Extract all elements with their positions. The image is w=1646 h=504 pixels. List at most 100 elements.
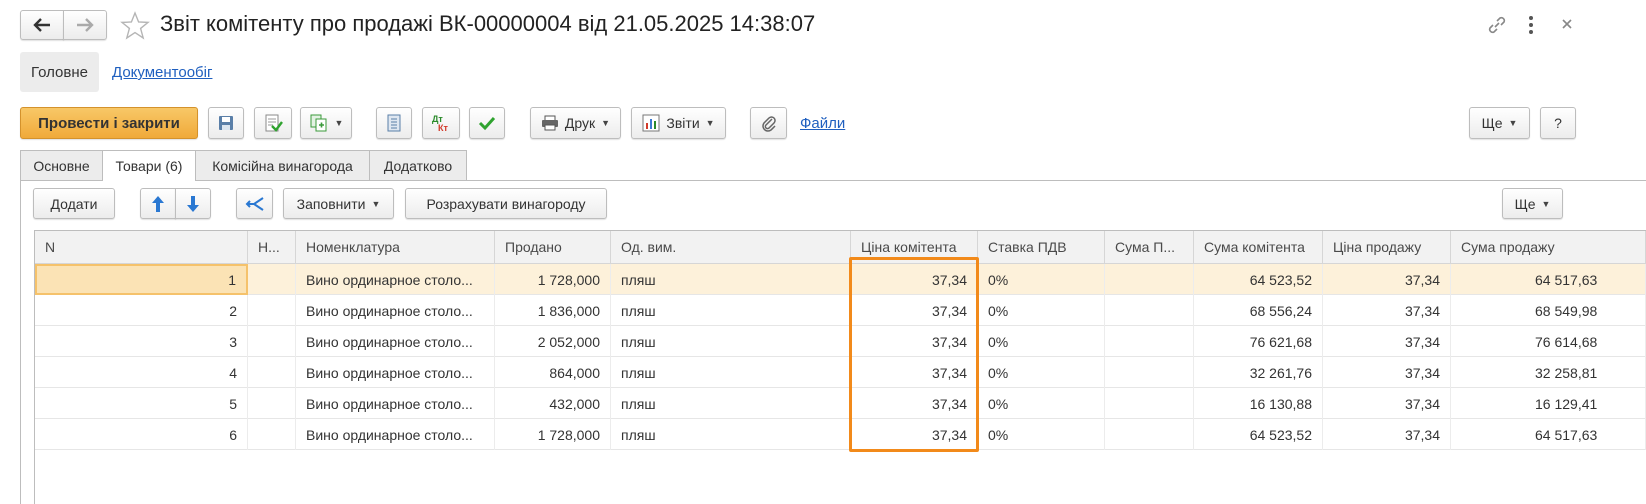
- cell-sold[interactable]: 432,000: [495, 388, 611, 419]
- post-and-close-button[interactable]: Провести і закрити: [20, 107, 198, 139]
- post-button[interactable]: [254, 107, 292, 139]
- fill-button[interactable]: Заповнити ▼: [283, 188, 394, 219]
- attach-button[interactable]: [750, 107, 787, 139]
- cell-consignor-price[interactable]: 37,34: [851, 295, 978, 326]
- tab-goods[interactable]: Товари (6): [102, 150, 196, 181]
- cell-unit[interactable]: пляш: [611, 357, 851, 388]
- move-down-button[interactable]: [175, 188, 211, 219]
- cell-no[interactable]: [248, 357, 296, 388]
- cell-sold[interactable]: 864,000: [495, 357, 611, 388]
- cell-consignor-sum[interactable]: 64 523,52: [1194, 419, 1323, 450]
- cell-vat-rate[interactable]: 0%: [978, 326, 1105, 357]
- merge-button[interactable]: [236, 188, 273, 219]
- table-row[interactable]: 3 Вино ординарное столо... 2 052,000 пля…: [35, 326, 1646, 357]
- cell-vat-sum[interactable]: [1105, 388, 1194, 419]
- cell-consignor-sum[interactable]: 16 130,88: [1194, 388, 1323, 419]
- cell-sale-price[interactable]: 37,34: [1323, 357, 1451, 388]
- cell-sale-price[interactable]: 37,34: [1323, 326, 1451, 357]
- cell-n[interactable]: 1: [35, 264, 248, 295]
- cell-nomenclature[interactable]: Вино ординарное столо...: [296, 264, 495, 295]
- cell-consignor-price[interactable]: 37,34: [851, 326, 978, 357]
- cell-unit[interactable]: пляш: [611, 264, 851, 295]
- col-header-sold[interactable]: Продано: [495, 231, 611, 263]
- cell-sale-sum[interactable]: 64 517,63: [1451, 419, 1646, 450]
- cell-vat-sum[interactable]: [1105, 264, 1194, 295]
- cell-vat-rate[interactable]: 0%: [978, 419, 1105, 450]
- calculate-commission-button[interactable]: Розрахувати винагороду: [405, 188, 607, 219]
- cell-consignor-sum[interactable]: 76 621,68: [1194, 326, 1323, 357]
- col-header-vat-rate[interactable]: Ставка ПДВ: [978, 231, 1105, 263]
- more-vertical-icon[interactable]: [1526, 14, 1536, 36]
- table-row[interactable]: 2 Вино ординарное столо... 1 836,000 пля…: [35, 295, 1646, 326]
- close-icon[interactable]: [1560, 16, 1572, 32]
- col-header-vat-sum[interactable]: Сума П...: [1105, 231, 1194, 263]
- structure-button[interactable]: [376, 107, 412, 139]
- table-row[interactable]: 5 Вино ординарное столо... 432,000 пляш …: [35, 388, 1646, 419]
- cell-vat-rate[interactable]: 0%: [978, 295, 1105, 326]
- cell-vat-rate[interactable]: 0%: [978, 264, 1105, 295]
- cell-no[interactable]: [248, 388, 296, 419]
- cell-sold[interactable]: 1 728,000: [495, 419, 611, 450]
- table-row[interactable]: 1 Вино ординарное столо... 1 728,000 пля…: [35, 264, 1646, 295]
- cell-sale-sum[interactable]: 68 549,98: [1451, 295, 1646, 326]
- cell-sold[interactable]: 1 728,000: [495, 264, 611, 295]
- cell-n[interactable]: 2: [35, 295, 248, 326]
- cell-consignor-sum[interactable]: 64 523,52: [1194, 264, 1323, 295]
- col-header-sale-sum[interactable]: Сума продажу: [1451, 231, 1646, 263]
- cell-vat-sum[interactable]: [1105, 326, 1194, 357]
- col-header-unit[interactable]: Од. вим.: [611, 231, 851, 263]
- col-header-nomenclature[interactable]: Номенклатура: [296, 231, 495, 263]
- print-button[interactable]: Друк ▼: [530, 107, 621, 139]
- cell-sale-sum[interactable]: 32 258,81: [1451, 357, 1646, 388]
- create-based-on-button[interactable]: ▼: [300, 107, 352, 139]
- tab-commission[interactable]: Комісійна винагорода: [195, 150, 370, 180]
- cell-unit[interactable]: пляш: [611, 326, 851, 357]
- cell-consignor-price[interactable]: 37,34: [851, 264, 978, 295]
- cell-sale-price[interactable]: 37,34: [1323, 295, 1451, 326]
- cell-nomenclature[interactable]: Вино ординарное столо...: [296, 295, 495, 326]
- table-more-button[interactable]: Ще ▼: [1502, 188, 1563, 219]
- nav-main[interactable]: Головне: [20, 52, 99, 92]
- tab-main[interactable]: Основне: [20, 150, 103, 180]
- cell-no[interactable]: [248, 264, 296, 295]
- cell-nomenclature[interactable]: Вино ординарное столо...: [296, 357, 495, 388]
- help-button[interactable]: ?: [1540, 107, 1576, 139]
- cell-vat-sum[interactable]: [1105, 419, 1194, 450]
- cell-n[interactable]: 3: [35, 326, 248, 357]
- cell-unit[interactable]: пляш: [611, 419, 851, 450]
- cell-consignor-sum[interactable]: 68 556,24: [1194, 295, 1323, 326]
- cell-sale-sum[interactable]: 76 614,68: [1451, 326, 1646, 357]
- cell-n[interactable]: 4: [35, 357, 248, 388]
- cell-consignor-price[interactable]: 37,34: [851, 357, 978, 388]
- col-header-sale-price[interactable]: Ціна продажу: [1323, 231, 1451, 263]
- back-button[interactable]: [20, 10, 64, 40]
- forward-button[interactable]: [63, 10, 107, 40]
- link-icon[interactable]: [1486, 14, 1508, 36]
- cell-nomenclature[interactable]: Вино ординарное столо...: [296, 326, 495, 357]
- cell-consignor-price[interactable]: 37,34: [851, 388, 978, 419]
- cell-vat-sum[interactable]: [1105, 295, 1194, 326]
- save-button[interactable]: [208, 107, 244, 139]
- table-row[interactable]: 4 Вино ординарное столо... 864,000 пляш …: [35, 357, 1646, 388]
- cell-nomenclature[interactable]: Вино ординарное столо...: [296, 419, 495, 450]
- cell-vat-sum[interactable]: [1105, 357, 1194, 388]
- cell-consignor-sum[interactable]: 32 261,76: [1194, 357, 1323, 388]
- cell-n[interactable]: 6: [35, 419, 248, 450]
- col-header-consignor-sum[interactable]: Сума комітента: [1194, 231, 1323, 263]
- cell-nomenclature[interactable]: Вино ординарное столо...: [296, 388, 495, 419]
- cell-no[interactable]: [248, 419, 296, 450]
- add-row-button[interactable]: Додати: [33, 188, 115, 219]
- cell-sale-price[interactable]: 37,34: [1323, 388, 1451, 419]
- cell-sale-sum[interactable]: 16 129,41: [1451, 388, 1646, 419]
- favorite-star-icon[interactable]: [120, 11, 150, 41]
- dt-kt-button[interactable]: Дт Кт: [422, 107, 460, 139]
- col-header-no[interactable]: Н...: [248, 231, 296, 263]
- cell-unit[interactable]: пляш: [611, 295, 851, 326]
- cell-no[interactable]: [248, 326, 296, 357]
- more-button[interactable]: Ще ▼: [1469, 107, 1530, 139]
- cell-vat-rate[interactable]: 0%: [978, 388, 1105, 419]
- col-header-consignor-price[interactable]: Ціна комітента: [851, 231, 978, 263]
- files-link[interactable]: Файли: [800, 115, 845, 132]
- nav-docflow-link[interactable]: Документообіг: [112, 64, 212, 81]
- cell-consignor-price[interactable]: 37,34: [851, 419, 978, 450]
